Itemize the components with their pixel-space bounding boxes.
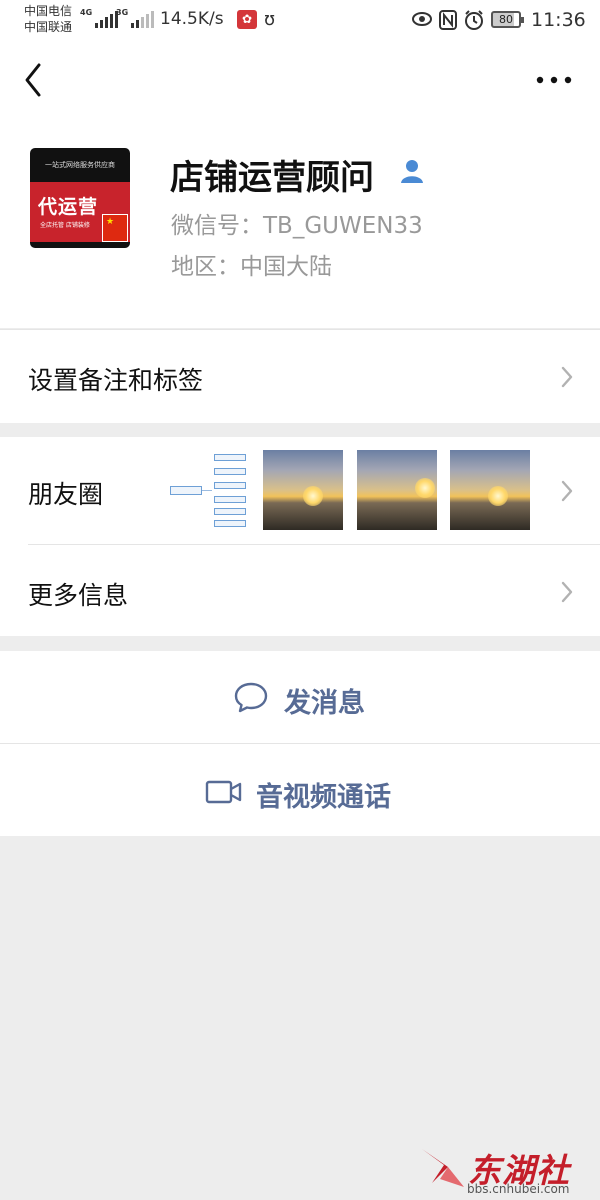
eye-icon <box>412 12 432 26</box>
watermark-url: bbs.cnhubei.com <box>467 1182 570 1196</box>
wechat-id: 微信号：TB_GUWEN33 <box>171 213 423 239</box>
clock: 11:36 <box>531 9 586 31</box>
chat-bubble-icon <box>234 682 268 713</box>
chevron-left-icon[interactable] <box>22 62 44 98</box>
nav-bar <box>0 40 600 120</box>
display-name: 店铺运营顾问 <box>170 158 374 198</box>
avatar-sub-text: 全店托管 店铺装修 <box>40 222 90 229</box>
moments-thumbnail-sunset-2 <box>357 450 437 530</box>
send-message-label: 发消息 <box>284 688 365 719</box>
carrier-labels: 中国电信 中国联通 <box>24 3 72 35</box>
avatar-top-text: 一站式网络服务供应商 <box>45 161 115 169</box>
av-call-button[interactable]: 音视频通话 <box>0 744 600 836</box>
network-speed: 14.5K/s <box>160 9 224 29</box>
send-message-button[interactable]: 发消息 <box>0 651 600 743</box>
chevron-right-icon <box>561 581 573 603</box>
battery-level: 80 <box>499 13 513 26</box>
more-info-cell[interactable]: 更多信息 <box>0 545 600 636</box>
moments-thumbnail-mindmap <box>168 450 248 530</box>
moments-label: 朋友圈 <box>28 480 104 509</box>
profile-card: 一站式网络服务供应商 代运营 全店托管 店铺装修 店铺运营顾问 微信号：TB_G… <box>0 120 600 328</box>
video-camera-icon <box>205 780 242 804</box>
signal-icon-1: 4G <box>80 8 119 28</box>
notification-icon: ʊ <box>264 9 276 30</box>
person-icon <box>401 160 423 183</box>
chevron-right-icon <box>561 366 573 388</box>
remarks-group: 设置备注和标签 <box>0 330 600 423</box>
moments-thumbnail-sunset-3 <box>450 450 530 530</box>
network-type-1: 4G <box>80 8 93 17</box>
region: 地区：中国大陆 <box>171 254 332 280</box>
status-bar: 中国电信 中国联通 4G 3G 14.5K/s ✿ ʊ 80 11:36 <box>0 0 600 40</box>
alarm-icon <box>465 10 483 30</box>
nfc-icon <box>439 10 457 30</box>
more-dots-icon[interactable] <box>534 68 574 92</box>
avatar-text: 代运营 <box>38 196 99 218</box>
carrier-1: 中国电信 <box>24 4 73 18</box>
app-notification-icon: ✿ <box>237 10 257 29</box>
remarks-tags-label: 设置备注和标签 <box>28 366 204 395</box>
carrier-2: 中国联通 <box>24 20 73 34</box>
more-info-label: 更多信息 <box>28 581 129 610</box>
moments-thumbnail-sunset-1 <box>263 450 343 530</box>
battery-icon: 80 <box>491 11 524 28</box>
remarks-tags-cell[interactable]: 设置备注和标签 <box>0 330 600 423</box>
network-type-2: 3G <box>116 8 129 17</box>
china-flag-icon <box>102 214 128 242</box>
avatar[interactable]: 一站式网络服务供应商 代运营 全店托管 店铺装修 <box>30 148 130 248</box>
av-call-label: 音视频通话 <box>256 782 391 813</box>
site-logo-icon <box>422 1149 464 1187</box>
signal-icon-2: 3G <box>116 8 155 28</box>
chevron-right-icon <box>561 480 573 502</box>
